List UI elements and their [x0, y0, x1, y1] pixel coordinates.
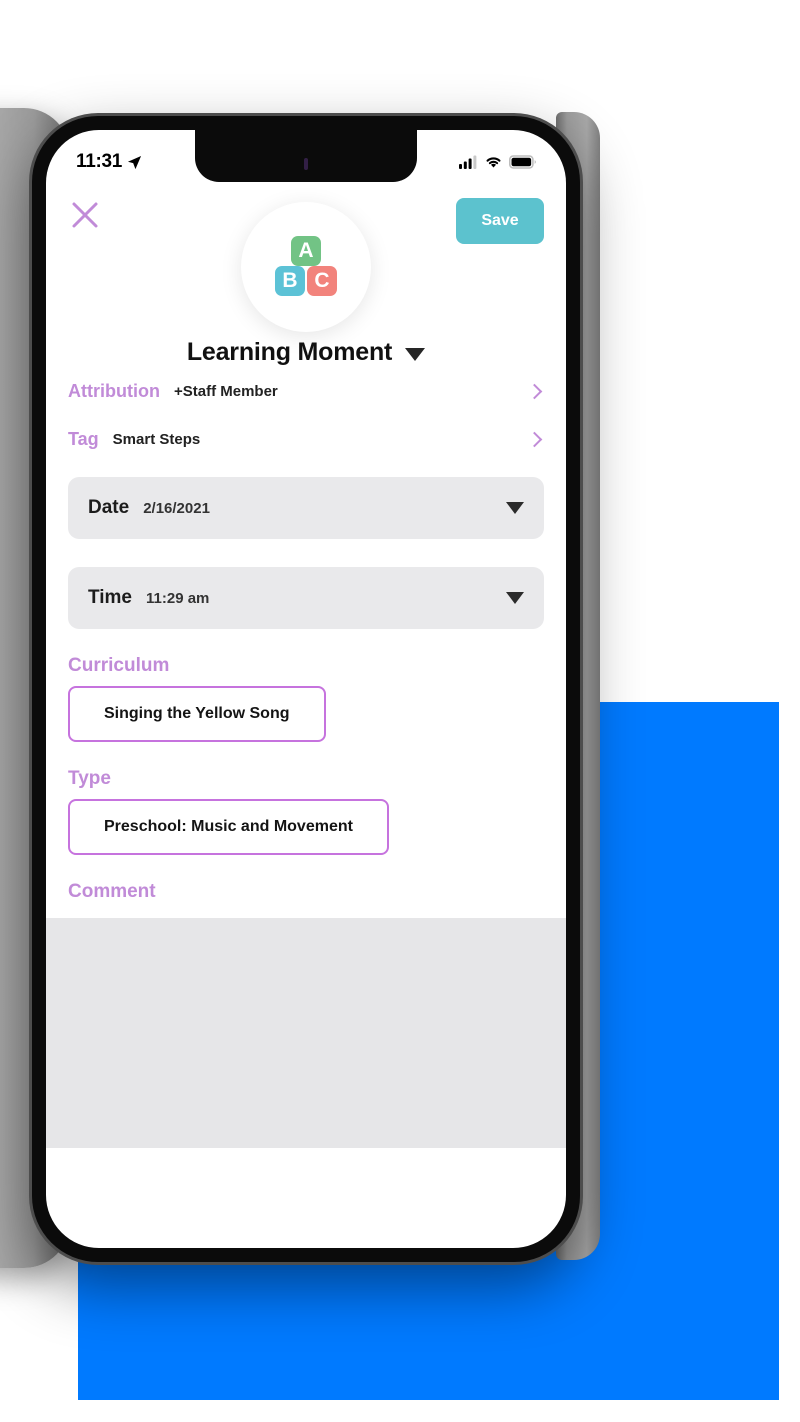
date-picker[interactable]: Date 2/16/2021: [68, 477, 544, 539]
caret-down-icon[interactable]: [405, 348, 426, 361]
page-title-row[interactable]: Learning Moment: [46, 338, 566, 367]
phone-device-frame: 11:31 Save A B C Learning Moment Attribu…: [32, 116, 580, 1262]
page-title: Learning Moment: [186, 338, 393, 366]
close-x-icon[interactable]: [68, 198, 102, 232]
screen-header: Save: [46, 180, 566, 244]
tag-row[interactable]: Tag Smart Steps: [68, 415, 544, 463]
curriculum-field[interactable]: Singing the Yellow Song: [68, 686, 326, 742]
time-picker[interactable]: Time 11:29 am: [68, 567, 544, 629]
tag-label: Tag: [68, 428, 99, 449]
time-value: 11:29 am: [146, 589, 210, 607]
attribution-value: +Staff Member: [173, 382, 278, 400]
abc-blocks-logo-icon: A B C: [273, 236, 339, 298]
form-content: Learning Moment Attribution +Staff Membe…: [46, 338, 566, 1153]
curriculum-value: Singing the Yellow Song: [104, 705, 290, 722]
notch-sensor-dot: [304, 158, 308, 170]
status-bar-indicators: [459, 155, 536, 169]
caret-down-icon[interactable]: [506, 592, 524, 604]
attribution-row[interactable]: Attribution +Staff Member: [68, 367, 544, 415]
time-label: Time: [88, 587, 133, 608]
type-label: Type: [68, 768, 111, 789]
battery-full-icon: [509, 155, 536, 169]
comment-label: Comment: [68, 881, 156, 902]
wifi-icon: [486, 157, 501, 168]
phone-notch: [195, 130, 417, 182]
status-bar-clock-group: 11:31: [76, 151, 142, 173]
location-arrow-icon: [127, 155, 142, 169]
phone-screen: 11:31 Save A B C Learning Moment Attribu…: [46, 130, 566, 1248]
date-value: 2/16/2021: [143, 499, 210, 517]
type-value: Preschool: Music and Movement: [104, 818, 353, 835]
chevron-right-icon[interactable]: [526, 431, 543, 447]
attribution-label: Attribution: [68, 380, 160, 401]
block-letter-c: C: [307, 266, 337, 296]
comment-input[interactable]: [46, 918, 566, 1148]
status-bar-time: 11:31: [76, 151, 123, 172]
type-field[interactable]: Preschool: Music and Movement: [68, 799, 389, 855]
caret-down-icon[interactable]: [506, 502, 524, 514]
block-letter-b: B: [275, 266, 305, 296]
save-button[interactable]: Save: [456, 198, 544, 244]
cellular-signal-icon: [459, 155, 477, 169]
tag-value: Smart Steps: [112, 430, 201, 448]
date-label: Date: [88, 497, 130, 518]
chevron-right-icon[interactable]: [526, 383, 543, 399]
curriculum-label: Curriculum: [68, 655, 170, 676]
